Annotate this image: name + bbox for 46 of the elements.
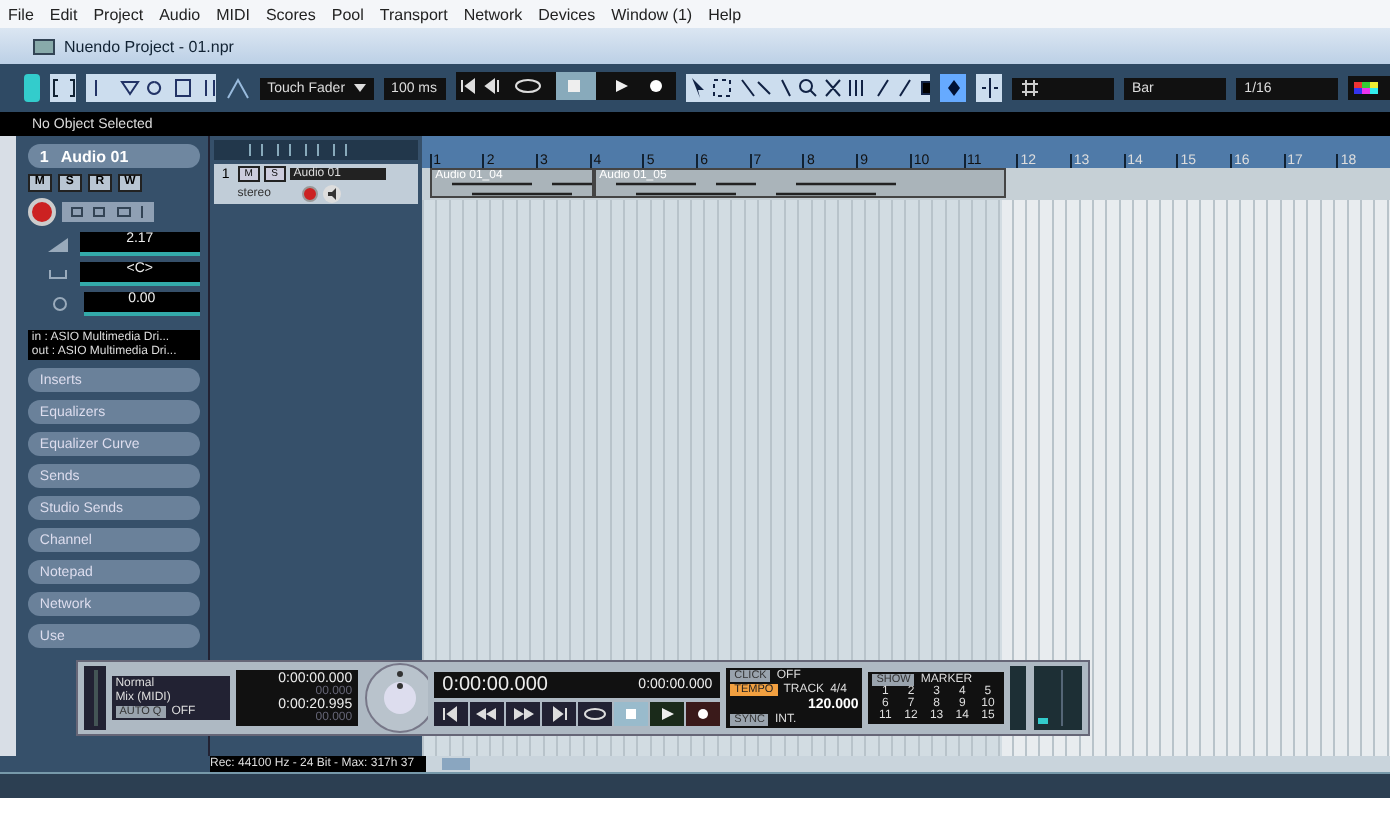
automation-curve-icon — [226, 74, 250, 102]
menu-item[interactable]: Window (1) — [611, 5, 693, 23]
menu-item[interactable]: MIDI — [216, 5, 250, 23]
menu-item[interactable]: Scores — [265, 5, 316, 23]
volume-icon — [47, 236, 68, 252]
cycle-icon[interactable] — [578, 701, 613, 725]
window-title: Nuendo Project - 01.npr — [64, 37, 234, 55]
color-palette-icon[interactable] — [1348, 76, 1390, 100]
menu-item[interactable]: Devices — [538, 5, 596, 23]
menu-item[interactable]: Edit — [49, 5, 78, 23]
grid-icon — [1019, 78, 1040, 98]
caret-icon — [353, 84, 366, 92]
editing-tools-icon[interactable] — [685, 74, 930, 102]
output-meter-drawing — [1010, 666, 1082, 730]
track-name: Audio 01 — [60, 147, 129, 165]
fast-forward-icon[interactable] — [506, 701, 541, 725]
menu-item[interactable]: Audio — [159, 5, 201, 23]
record-enable-button[interactable] — [301, 186, 318, 202]
record-enable-button[interactable] — [27, 198, 56, 226]
menu-item[interactable]: Network — [463, 5, 523, 23]
primary-time[interactable]: 0:00:00.000 — [442, 673, 548, 695]
menu-item[interactable]: Project — [93, 5, 144, 23]
menu-item[interactable]: File — [8, 5, 34, 23]
bracket-icon[interactable] — [49, 74, 76, 102]
app-icon — [32, 36, 56, 56]
snap-icon[interactable] — [939, 74, 966, 102]
status-indicator-icon — [24, 74, 40, 102]
monitor-icon[interactable] — [321, 184, 342, 204]
rewind-icon[interactable] — [470, 701, 505, 725]
crosshair-icon[interactable] — [975, 74, 1002, 102]
go-to-end-icon[interactable] — [542, 701, 577, 725]
pan-icon — [47, 266, 68, 282]
menu-item[interactable]: Pool — [331, 5, 364, 23]
grid-dropdown[interactable] — [1011, 77, 1114, 99]
menu-item[interactable]: Transport — [379, 5, 448, 23]
record-icon[interactable] — [686, 701, 721, 725]
track-number: 1 — [39, 147, 49, 165]
transport-buttons-icon[interactable] — [455, 72, 676, 100]
channel-tools-icon — [61, 202, 154, 222]
view-buttons-icon[interactable] — [85, 74, 217, 102]
go-to-start-icon[interactable] — [434, 701, 469, 725]
track-name-header[interactable]: 1 Audio 01 — [27, 144, 200, 168]
play-icon[interactable] — [650, 701, 685, 725]
level-meter-drawing — [84, 666, 106, 730]
menu-item[interactable]: Help — [708, 5, 742, 23]
delay-icon — [47, 296, 72, 312]
